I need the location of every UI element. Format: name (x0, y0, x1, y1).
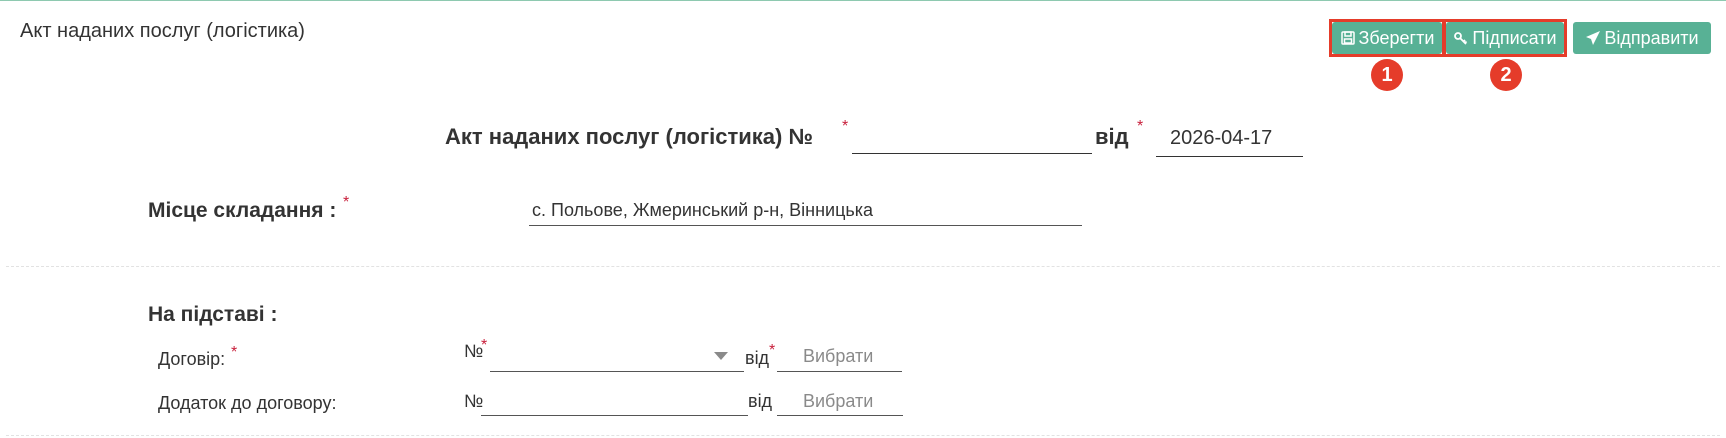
place-underline (529, 225, 1082, 226)
basis-section-label: На підставі : (148, 303, 278, 326)
place-label: Місце складання : (148, 199, 337, 222)
save-button-highlight (1329, 19, 1445, 57)
document-number-underline (852, 153, 1092, 154)
contract-label: Договір: (158, 349, 226, 369)
required-mark: * (769, 342, 776, 359)
appendix-number-underline (481, 415, 748, 416)
page-title: Акт наданих послуг (логістика) (20, 20, 305, 42)
required-mark: * (231, 344, 238, 361)
required-mark: * (343, 194, 350, 211)
top-border (0, 0, 1726, 1)
required-mark: * (842, 118, 849, 135)
contract-number-select[interactable] (490, 340, 744, 372)
annotation-badge-1: 1 (1371, 59, 1403, 91)
contract-date-prefix: від (745, 348, 770, 368)
annotation-badge-2: 2 (1490, 59, 1522, 91)
document-date-input[interactable]: 2026-04-17 (1170, 127, 1272, 150)
required-mark: * (1137, 118, 1144, 135)
appendix-label: Додаток до договору: (158, 393, 337, 413)
document-date-underline (1156, 156, 1303, 157)
paper-plane-icon (1586, 31, 1601, 45)
appendix-number-input[interactable] (481, 386, 748, 416)
sign-button-highlight (1443, 19, 1567, 57)
document-date-prefix: від (1095, 124, 1129, 149)
contract-date-underline (777, 371, 902, 372)
section-divider-bottom (6, 435, 1720, 436)
required-mark: * (481, 337, 488, 354)
contract-number-underline (490, 371, 744, 372)
send-button[interactable]: Відправити (1573, 22, 1711, 54)
document-number-input[interactable] (852, 120, 1092, 154)
appendix-date-input[interactable]: Вибрати (803, 391, 873, 412)
chevron-down-icon (714, 352, 728, 360)
send-button-label: Відправити (1604, 28, 1699, 48)
contract-date-input[interactable]: Вибрати (803, 346, 873, 367)
appendix-date-underline (777, 415, 903, 416)
place-input[interactable]: с. Польове, Жмеринський р-н, Вінницька (532, 200, 873, 221)
appendix-date-prefix: від (748, 391, 773, 411)
document-heading: Акт наданих послуг (логістика) № (445, 124, 814, 149)
section-divider (6, 266, 1720, 267)
